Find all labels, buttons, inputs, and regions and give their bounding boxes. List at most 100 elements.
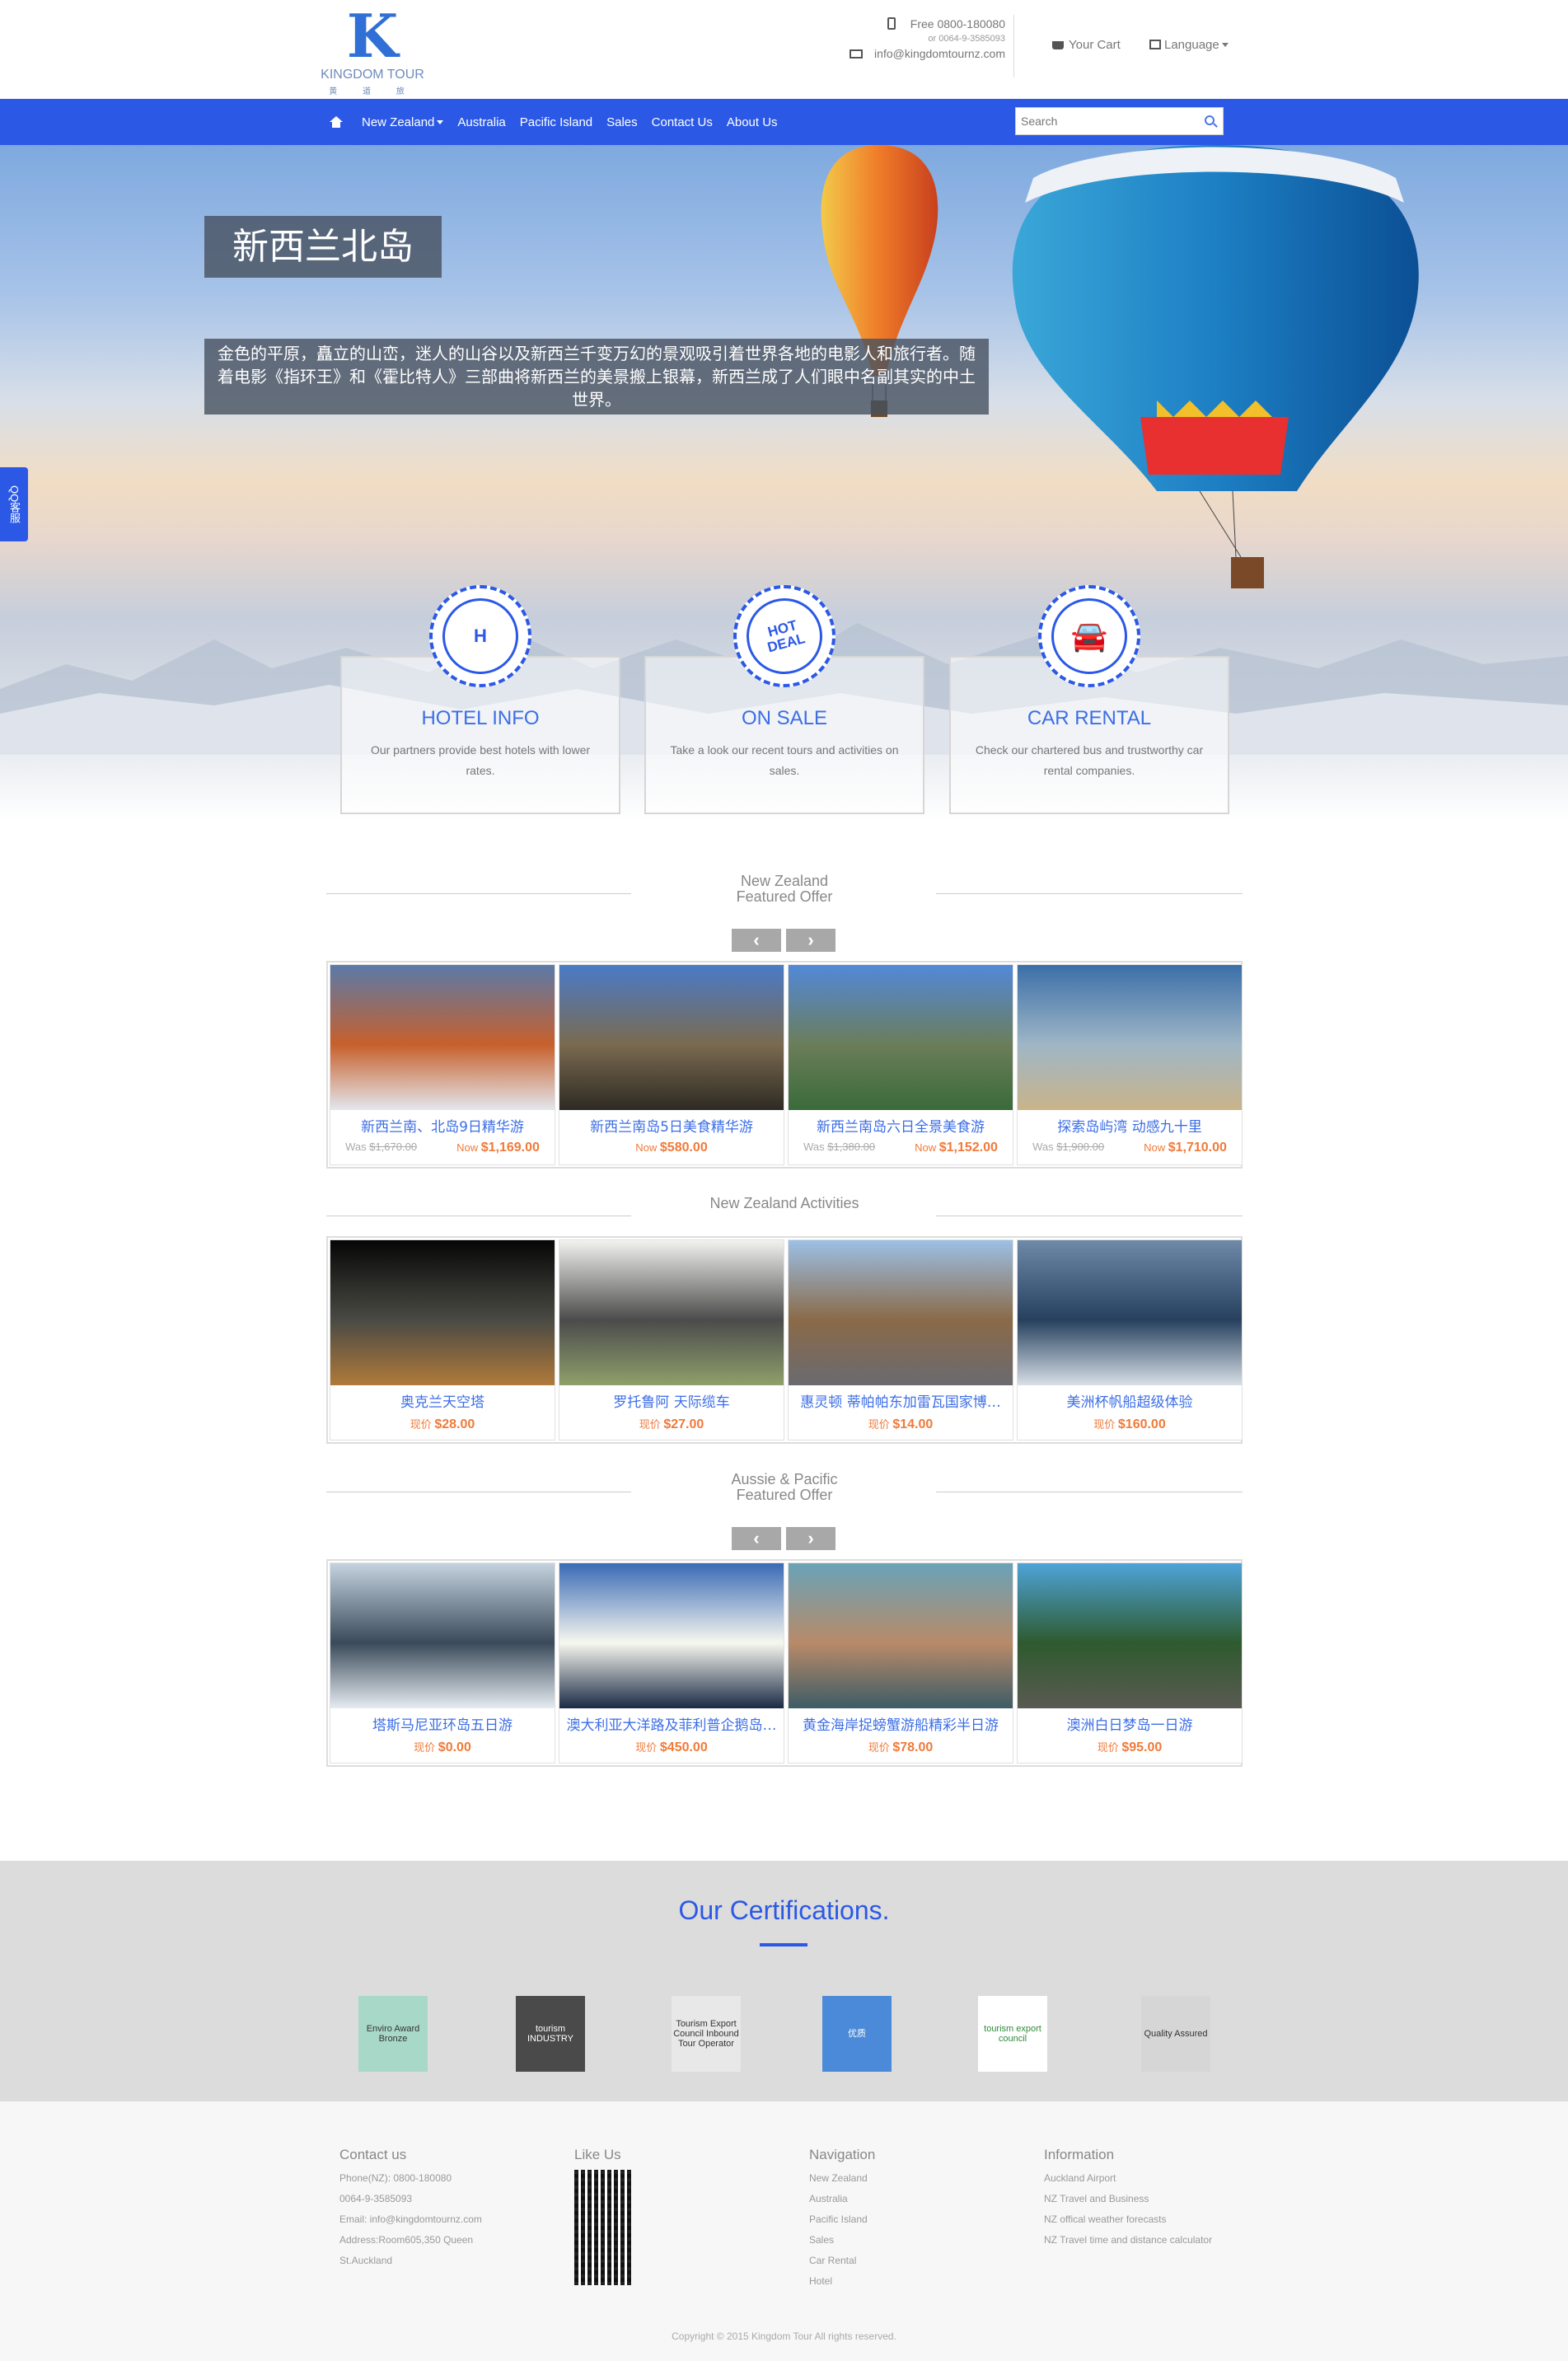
service-card-sale[interactable]: HOT DEAL ON SALE Take a look our recent … [644,585,924,814]
phone-icon [887,17,896,30]
now-price: 现价 $95.00 [1097,1740,1163,1754]
footer-link[interactable]: Australia [809,2189,875,2209]
tour-title[interactable]: 探索岛屿湾 动感九十里 [1018,1115,1242,1136]
tour-price: Was $1,380.00 Now $1,152.00 [789,1141,1013,1155]
tour-title[interactable]: 黄金海岸捉螃蟹游船精彩半日游 [789,1713,1013,1734]
nav-item-about-us[interactable]: About Us [727,115,778,129]
footer-link[interactable]: Pacific Island [809,2209,875,2230]
tour-image[interactable] [1018,1563,1242,1708]
featured-list: 新西兰南、北岛9日精华游 Was $1,670.00 Now $1,169.00 新西… [326,961,1243,1169]
qr-code-image [574,2170,632,2285]
tour-price: Was $1,670.00 Now $1,169.00 [330,1141,555,1155]
tour-card[interactable]: 澳大利亚大洋路及菲利普企鹅岛… 现价 $450.00 [559,1562,784,1764]
search-input[interactable] [1016,108,1189,134]
nav-item-contact-us[interactable]: Contact Us [652,115,713,129]
tour-image[interactable] [1018,1240,1242,1385]
hotel-badge: H [442,598,518,674]
now-price: Now $1,710.00 [1144,1141,1227,1155]
footer-navigation: Navigation New Zealand Australia Pacific… [809,2144,875,2292]
tour-title[interactable]: 塔斯马尼亚环岛五日游 [330,1713,555,1734]
tour-title[interactable]: 美洲杯帆船超级体验 [1018,1390,1242,1411]
next-button[interactable]: › [786,929,835,952]
tour-image[interactable] [789,1240,1013,1385]
footer-link[interactable]: Sales [809,2230,875,2251]
tour-card[interactable]: 罗托鲁阿 天际缆车 现价 $27.00 [559,1239,784,1440]
prev-button[interactable]: ‹ [732,1527,781,1550]
tour-card[interactable]: 奥克兰天空塔 现价 $28.00 [330,1239,555,1440]
certification-badge: tourism INDUSTRY [516,1996,585,2072]
cart-link[interactable]: Your Cart [1052,38,1121,52]
footer-link[interactable]: Auckland Airport [1044,2168,1212,2189]
service-card-hotel[interactable]: H HOTEL INFO Our partners provide best h… [340,585,620,814]
certification-badge: Enviro Award Bronze [358,1996,428,2072]
tour-title[interactable]: 澳大利亚大洋路及菲利普企鹅岛… [559,1713,784,1734]
header-phone-alt: or 0064-9-3585093 [928,34,1005,44]
language-dropdown[interactable]: Language [1149,38,1229,52]
footer-link[interactable]: Hotel [809,2271,875,2292]
footer-link[interactable]: NZ Travel and Business [1044,2189,1212,2209]
tour-image[interactable] [1018,965,1242,1110]
chevron-down-icon [437,119,444,124]
tour-title[interactable]: 澳洲白日梦岛一日游 [1018,1713,1242,1734]
language-label: Language [1164,38,1219,52]
now-price: 现价 $78.00 [868,1740,934,1754]
tour-image[interactable] [559,965,784,1110]
tour-image[interactable] [789,1563,1013,1708]
hero-description: 金色的平原，矗立的山峦，迷人的山谷以及新西兰千变万幻的景观吸引着世界各地的电影人… [204,339,989,415]
tour-image[interactable] [330,1563,555,1708]
site-header: K KINGDOM TOUR 黄 道 旅 游 Free 0800-180080 … [0,0,1568,110]
title-underline [760,1943,807,1946]
header-email[interactable]: info@kingdomtournz.com [874,47,1005,60]
chevron-down-icon [1221,43,1229,47]
tour-title[interactable]: 罗托鲁阿 天际缆车 [559,1390,784,1411]
footer-line: St.Auckland [339,2255,393,2266]
nav-item-australia[interactable]: Australia [457,115,505,129]
service-card-car[interactable]: 🚘 CAR RENTAL Check our chartered bus and… [949,585,1229,814]
now-price: Now $1,152.00 [915,1141,998,1155]
was-price: Was $1,380.00 [803,1141,876,1153]
tour-image[interactable] [330,965,555,1110]
footer-link[interactable]: NZ Travel time and distance calculator [1044,2230,1212,2251]
tour-image[interactable] [559,1563,784,1708]
home-icon[interactable] [330,116,343,128]
search-icon[interactable] [1205,115,1215,125]
tour-card[interactable]: 探索岛屿湾 动感九十里 Was $1,900.00 Now $1,710.00 [1017,964,1243,1165]
cart-icon [1052,41,1064,49]
footer-link[interactable]: NZ offical weather forecasts [1044,2209,1212,2230]
logo[interactable]: K KINGDOM TOUR 黄 道 旅 游 [315,7,430,110]
tour-card[interactable]: 澳洲白日梦岛一日游现价 $95.00 [1017,1562,1243,1764]
header-contact: Free 0800-180080 or 0064-9-3585093 info@… [824,15,1005,63]
tour-card[interactable]: 美洲杯帆船超级体验 现价 $160.00 [1017,1239,1243,1440]
tour-card[interactable]: 塔斯马尼亚环岛五日游 现价 $0.00 [330,1562,555,1764]
prev-button[interactable]: ‹ [732,929,781,952]
tour-card[interactable]: 新西兰南、北岛9日精华游 Was $1,670.00 Now $1,169.00 [330,964,555,1165]
tour-card[interactable]: 黄金海岸捉螃蟹游船精彩半日游现价 $78.00 [788,1562,1013,1764]
tour-image[interactable] [789,965,1013,1110]
certification-badge: Tourism Export Council Inbound Tour Oper… [672,1996,741,2072]
service-desc: Take a look our recent tours and activit… [670,743,899,777]
tour-image[interactable] [559,1240,784,1385]
tour-title[interactable]: 奥克兰天空塔 [330,1390,555,1411]
tour-title[interactable]: 惠灵顿 蒂帕帕东加雷瓦国家博… [789,1390,1013,1411]
nav-item-pacific-island[interactable]: Pacific Island [520,115,592,129]
tour-title[interactable]: 新西兰南、北岛9日精华游 [330,1115,555,1136]
service-desc: Our partners provide best hotels with lo… [370,743,591,777]
footer-link[interactable]: Car Rental [809,2251,875,2271]
tour-card[interactable]: 新西兰南岛5日美食精华游 Now $580.00 [559,964,784,1165]
tour-card[interactable]: 新西兰南岛六日全景美食游 Was $1,380.00 Now $1,152.00 [788,964,1013,1165]
tour-image[interactable] [330,1240,555,1385]
tour-price: 现价 $450.00 [559,1739,784,1755]
now-price: 现价 $450.00 [635,1740,708,1754]
header-divider [1013,15,1014,77]
tour-card[interactable]: 惠灵顿 蒂帕帕东加雷瓦国家博… 现价 $14.00 [788,1239,1013,1440]
qq-support-tab[interactable]: QQ客服 [0,467,28,541]
service-title: CAR RENTAL [1027,707,1152,729]
nav-item-new-zealand[interactable]: New Zealand [362,115,444,129]
site-footer: Contact us Phone(NZ): 0800-180080 0064-9… [0,2101,1568,2361]
footer-link[interactable]: New Zealand [809,2168,875,2189]
tour-title[interactable]: 新西兰南岛5日美食精华游 [559,1115,784,1136]
next-button[interactable]: › [786,1527,835,1550]
nav-item-sales[interactable]: Sales [606,115,638,129]
nav-label: New Zealand [362,115,435,129]
tour-title[interactable]: 新西兰南岛六日全景美食游 [789,1115,1013,1136]
